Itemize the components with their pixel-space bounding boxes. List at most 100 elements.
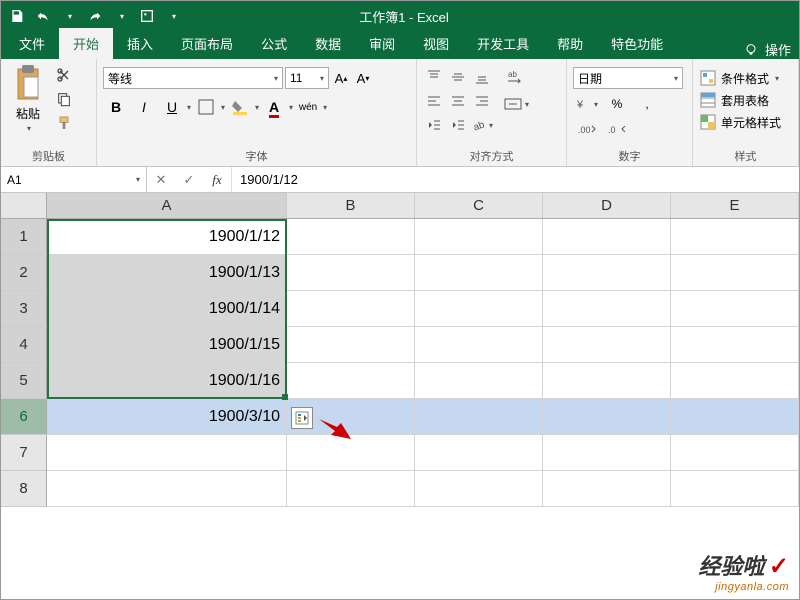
orientation-button[interactable]: ab▾ [471, 115, 493, 135]
align-left-button[interactable] [423, 91, 445, 111]
select-all-corner[interactable] [1, 193, 47, 219]
grow-font-button[interactable]: A▴ [331, 68, 351, 88]
border-button[interactable] [193, 95, 219, 119]
copy-button[interactable] [53, 89, 75, 109]
cell-styles-button[interactable]: 单元格样式 [699, 113, 781, 131]
font-color-dropdown[interactable]: ▾ [287, 103, 293, 112]
cell-E3[interactable] [671, 291, 799, 327]
tab-review[interactable]: 审阅 [355, 28, 409, 59]
cell-D8[interactable] [543, 471, 671, 507]
col-header-B[interactable]: B [287, 193, 415, 218]
tab-formulas[interactable]: 公式 [247, 28, 301, 59]
redo-dropdown[interactable]: ▾ [109, 4, 133, 28]
conditional-format-button[interactable]: 条件格式▾ [699, 69, 781, 87]
cell-B2[interactable] [287, 255, 415, 291]
paste-button[interactable]: 粘贴 [16, 105, 40, 122]
format-as-table-button[interactable]: 套用表格 [699, 91, 781, 109]
tab-special[interactable]: 特色功能 [597, 28, 677, 59]
row-header-1[interactable]: 1 [1, 219, 47, 255]
number-format-combo[interactable]: 日期▾ [573, 67, 683, 89]
col-header-D[interactable]: D [543, 193, 671, 218]
increase-decimal-button[interactable]: .00 [573, 119, 601, 141]
align-top-button[interactable] [423, 67, 445, 87]
row-header-3[interactable]: 3 [1, 291, 47, 327]
align-right-button[interactable] [471, 91, 493, 111]
wrap-text-button[interactable]: ab [501, 67, 531, 89]
cell-E4[interactable] [671, 327, 799, 363]
undo-dropdown[interactable]: ▾ [57, 4, 81, 28]
phonetic-button[interactable]: wén [295, 95, 321, 119]
italic-button[interactable]: I [131, 95, 157, 119]
cell-C3[interactable] [415, 291, 543, 327]
font-size-combo[interactable]: 11▾ [285, 67, 329, 89]
cell-D7[interactable] [543, 435, 671, 471]
cell-A3[interactable]: 1900/1/14 [47, 291, 287, 327]
tab-insert[interactable]: 插入 [113, 28, 167, 59]
tab-file[interactable]: 文件 [5, 28, 59, 59]
shrink-font-button[interactable]: A▾ [353, 68, 373, 88]
cell-E5[interactable] [671, 363, 799, 399]
col-header-A[interactable]: A [47, 193, 287, 218]
cell-A8[interactable] [47, 471, 287, 507]
qat-extra-button[interactable] [135, 4, 159, 28]
cell-B8[interactable] [287, 471, 415, 507]
bold-button[interactable]: B [103, 95, 129, 119]
comma-button[interactable]: , [633, 93, 661, 115]
cell-D6[interactable] [543, 399, 671, 435]
phonetic-dropdown[interactable]: ▾ [321, 103, 327, 112]
font-color-button[interactable]: A [261, 95, 287, 119]
decrease-decimal-button[interactable]: .0 [603, 119, 631, 141]
cell-D2[interactable] [543, 255, 671, 291]
cell-A4[interactable]: 1900/1/15 [47, 327, 287, 363]
tab-dev[interactable]: 开发工具 [463, 28, 543, 59]
qat-customize[interactable]: ▾ [161, 4, 185, 28]
cell-A1[interactable]: 1900/1/12 [47, 219, 287, 255]
name-box[interactable]: A1▾ [1, 167, 147, 192]
indent-increase-button[interactable] [447, 115, 469, 135]
cell-A6[interactable]: 1900/3/10 [47, 399, 287, 435]
formula-bar[interactable]: 1900/1/12 [232, 167, 799, 192]
row-header-7[interactable]: 7 [1, 435, 47, 471]
border-dropdown[interactable]: ▾ [219, 103, 225, 112]
cell-C4[interactable] [415, 327, 543, 363]
row-header-5[interactable]: 5 [1, 363, 47, 399]
row-header-4[interactable]: 4 [1, 327, 47, 363]
cut-button[interactable] [53, 65, 75, 85]
accept-formula-button[interactable]: ✓ [175, 172, 203, 188]
insert-function-button[interactable]: fx [203, 172, 231, 188]
col-header-C[interactable]: C [415, 193, 543, 218]
cell-D5[interactable] [543, 363, 671, 399]
cell-C8[interactable] [415, 471, 543, 507]
tab-tellme[interactable]: 操作 [765, 40, 791, 59]
tab-home[interactable]: 开始 [59, 28, 113, 59]
format-painter-button[interactable] [53, 113, 75, 133]
col-header-E[interactable]: E [671, 193, 799, 218]
cell-D3[interactable] [543, 291, 671, 327]
cell-C2[interactable] [415, 255, 543, 291]
cell-A7[interactable] [47, 435, 287, 471]
cell-E6[interactable] [671, 399, 799, 435]
paste-dropdown[interactable]: ▾ [25, 124, 31, 133]
cell-E8[interactable] [671, 471, 799, 507]
row-header-8[interactable]: 8 [1, 471, 47, 507]
cell-C6[interactable] [415, 399, 543, 435]
merge-button[interactable]: ▾ [501, 93, 531, 115]
cell-B7[interactable] [287, 435, 415, 471]
redo-button[interactable] [83, 4, 107, 28]
cell-B1[interactable] [287, 219, 415, 255]
tab-view[interactable]: 视图 [409, 28, 463, 59]
tab-help[interactable]: 帮助 [543, 28, 597, 59]
underline-button[interactable]: U [159, 95, 185, 119]
tab-data[interactable]: 数据 [301, 28, 355, 59]
cancel-formula-button[interactable]: ✕ [147, 172, 175, 188]
accounting-button[interactable]: ¥▾ [573, 93, 601, 115]
cell-B4[interactable] [287, 327, 415, 363]
indent-decrease-button[interactable] [423, 115, 445, 135]
cell-A5[interactable]: 1900/1/16 [47, 363, 287, 399]
cell-E1[interactable] [671, 219, 799, 255]
undo-button[interactable] [31, 4, 55, 28]
percent-button[interactable]: % [603, 93, 631, 115]
cell-C5[interactable] [415, 363, 543, 399]
row-header-2[interactable]: 2 [1, 255, 47, 291]
fill-color-button[interactable] [227, 95, 253, 119]
